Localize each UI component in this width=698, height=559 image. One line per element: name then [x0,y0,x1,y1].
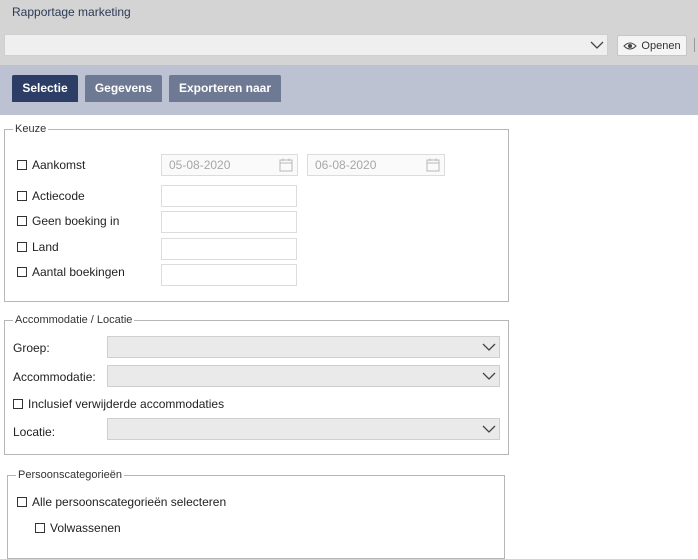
aankomst-label: Aankomst [32,158,86,172]
tab-exporteren-naar[interactable]: Exporteren naar [169,75,281,102]
keuze-legend: Keuze [15,123,47,135]
accommodatie-label: Accommodatie: [13,370,96,384]
groep-label: Groep: [13,341,50,355]
persoonscategorieen-fieldset: Persoonscategorieën [7,469,505,559]
actiecode-checkbox[interactable] [17,191,27,201]
land-input[interactable] [161,238,297,260]
tab-bar: Selectie Gegevens Exporteren naar [0,65,698,115]
accommodatie-legend: Accommodatie / Locatie [15,314,133,326]
aantal-boekingen-input[interactable] [161,264,297,286]
app-header: Rapportage marketing Openen [0,0,698,65]
aantal-boekingen-checkbox[interactable] [17,267,27,277]
alle-persoonscategorieen-checkbox[interactable] [17,497,27,507]
geen-boeking-input[interactable] [161,211,297,233]
geen-boeking-checkbox-row[interactable]: Geen boeking in [17,214,119,228]
calendar-icon[interactable] [426,158,440,172]
aantal-boekingen-checkbox-row[interactable]: Aantal boekingen [17,265,125,279]
geen-boeking-label: Geen boeking in [32,214,120,228]
chevron-down-icon[interactable] [589,38,605,52]
locatie-label: Locatie: [13,425,56,439]
chevron-down-icon[interactable] [481,340,497,354]
volwassenen-checkbox[interactable] [35,523,45,533]
calendar-icon[interactable] [279,158,293,172]
volwassenen-checkbox-row[interactable]: Volwassenen [35,521,121,535]
open-button-label: Openen [641,39,681,52]
groep-select[interactable] [107,336,500,358]
chevron-down-icon[interactable] [481,422,497,436]
geen-boeking-checkbox[interactable] [17,216,27,226]
inclusief-verwijderd-checkbox-row[interactable]: Inclusief verwijderde accommodaties [13,397,224,411]
persoonscategorieen-legend: Persoonscategorieën [18,469,122,481]
actiecode-checkbox-row[interactable]: Actiecode [17,189,85,203]
inclusief-verwijderd-label: Inclusief verwijderde accommodaties [28,397,225,411]
aankomst-from-date[interactable]: 05-08-2020 [161,154,298,176]
inclusief-verwijderd-checkbox[interactable] [13,399,23,409]
open-button[interactable]: Openen [617,35,687,56]
aankomst-from-value: 05-08-2020 [169,158,231,172]
chevron-down-icon[interactable] [481,369,497,383]
tab-gegevens[interactable]: Gegevens [85,75,162,102]
aankomst-to-value: 06-08-2020 [315,158,377,172]
alle-persoonscategorieen-checkbox-row[interactable]: Alle persoonscategorieën selecteren [17,495,226,509]
aankomst-to-date[interactable]: 06-08-2020 [307,154,445,176]
aankomst-checkbox[interactable] [17,160,27,170]
alle-persoonscategorieen-label: Alle persoonscategorieën selecteren [32,495,227,509]
aankomst-checkbox-row[interactable]: Aankomst [17,158,85,172]
eye-icon [623,42,638,49]
locatie-select[interactable] [107,418,500,440]
land-checkbox[interactable] [17,242,27,252]
actiecode-input[interactable] [161,185,297,207]
accommodatie-select[interactable] [107,365,500,387]
land-checkbox-row[interactable]: Land [17,240,59,254]
app-title: Rapportage marketing [12,5,131,19]
volwassenen-label: Volwassenen [50,521,121,535]
tab-selectie[interactable]: Selectie [12,75,78,102]
land-label: Land [32,240,59,254]
aantal-boekingen-label: Aantal boekingen [32,265,125,279]
toolbar-divider [694,38,695,52]
report-select[interactable] [4,34,608,56]
actiecode-label: Actiecode [32,189,85,203]
